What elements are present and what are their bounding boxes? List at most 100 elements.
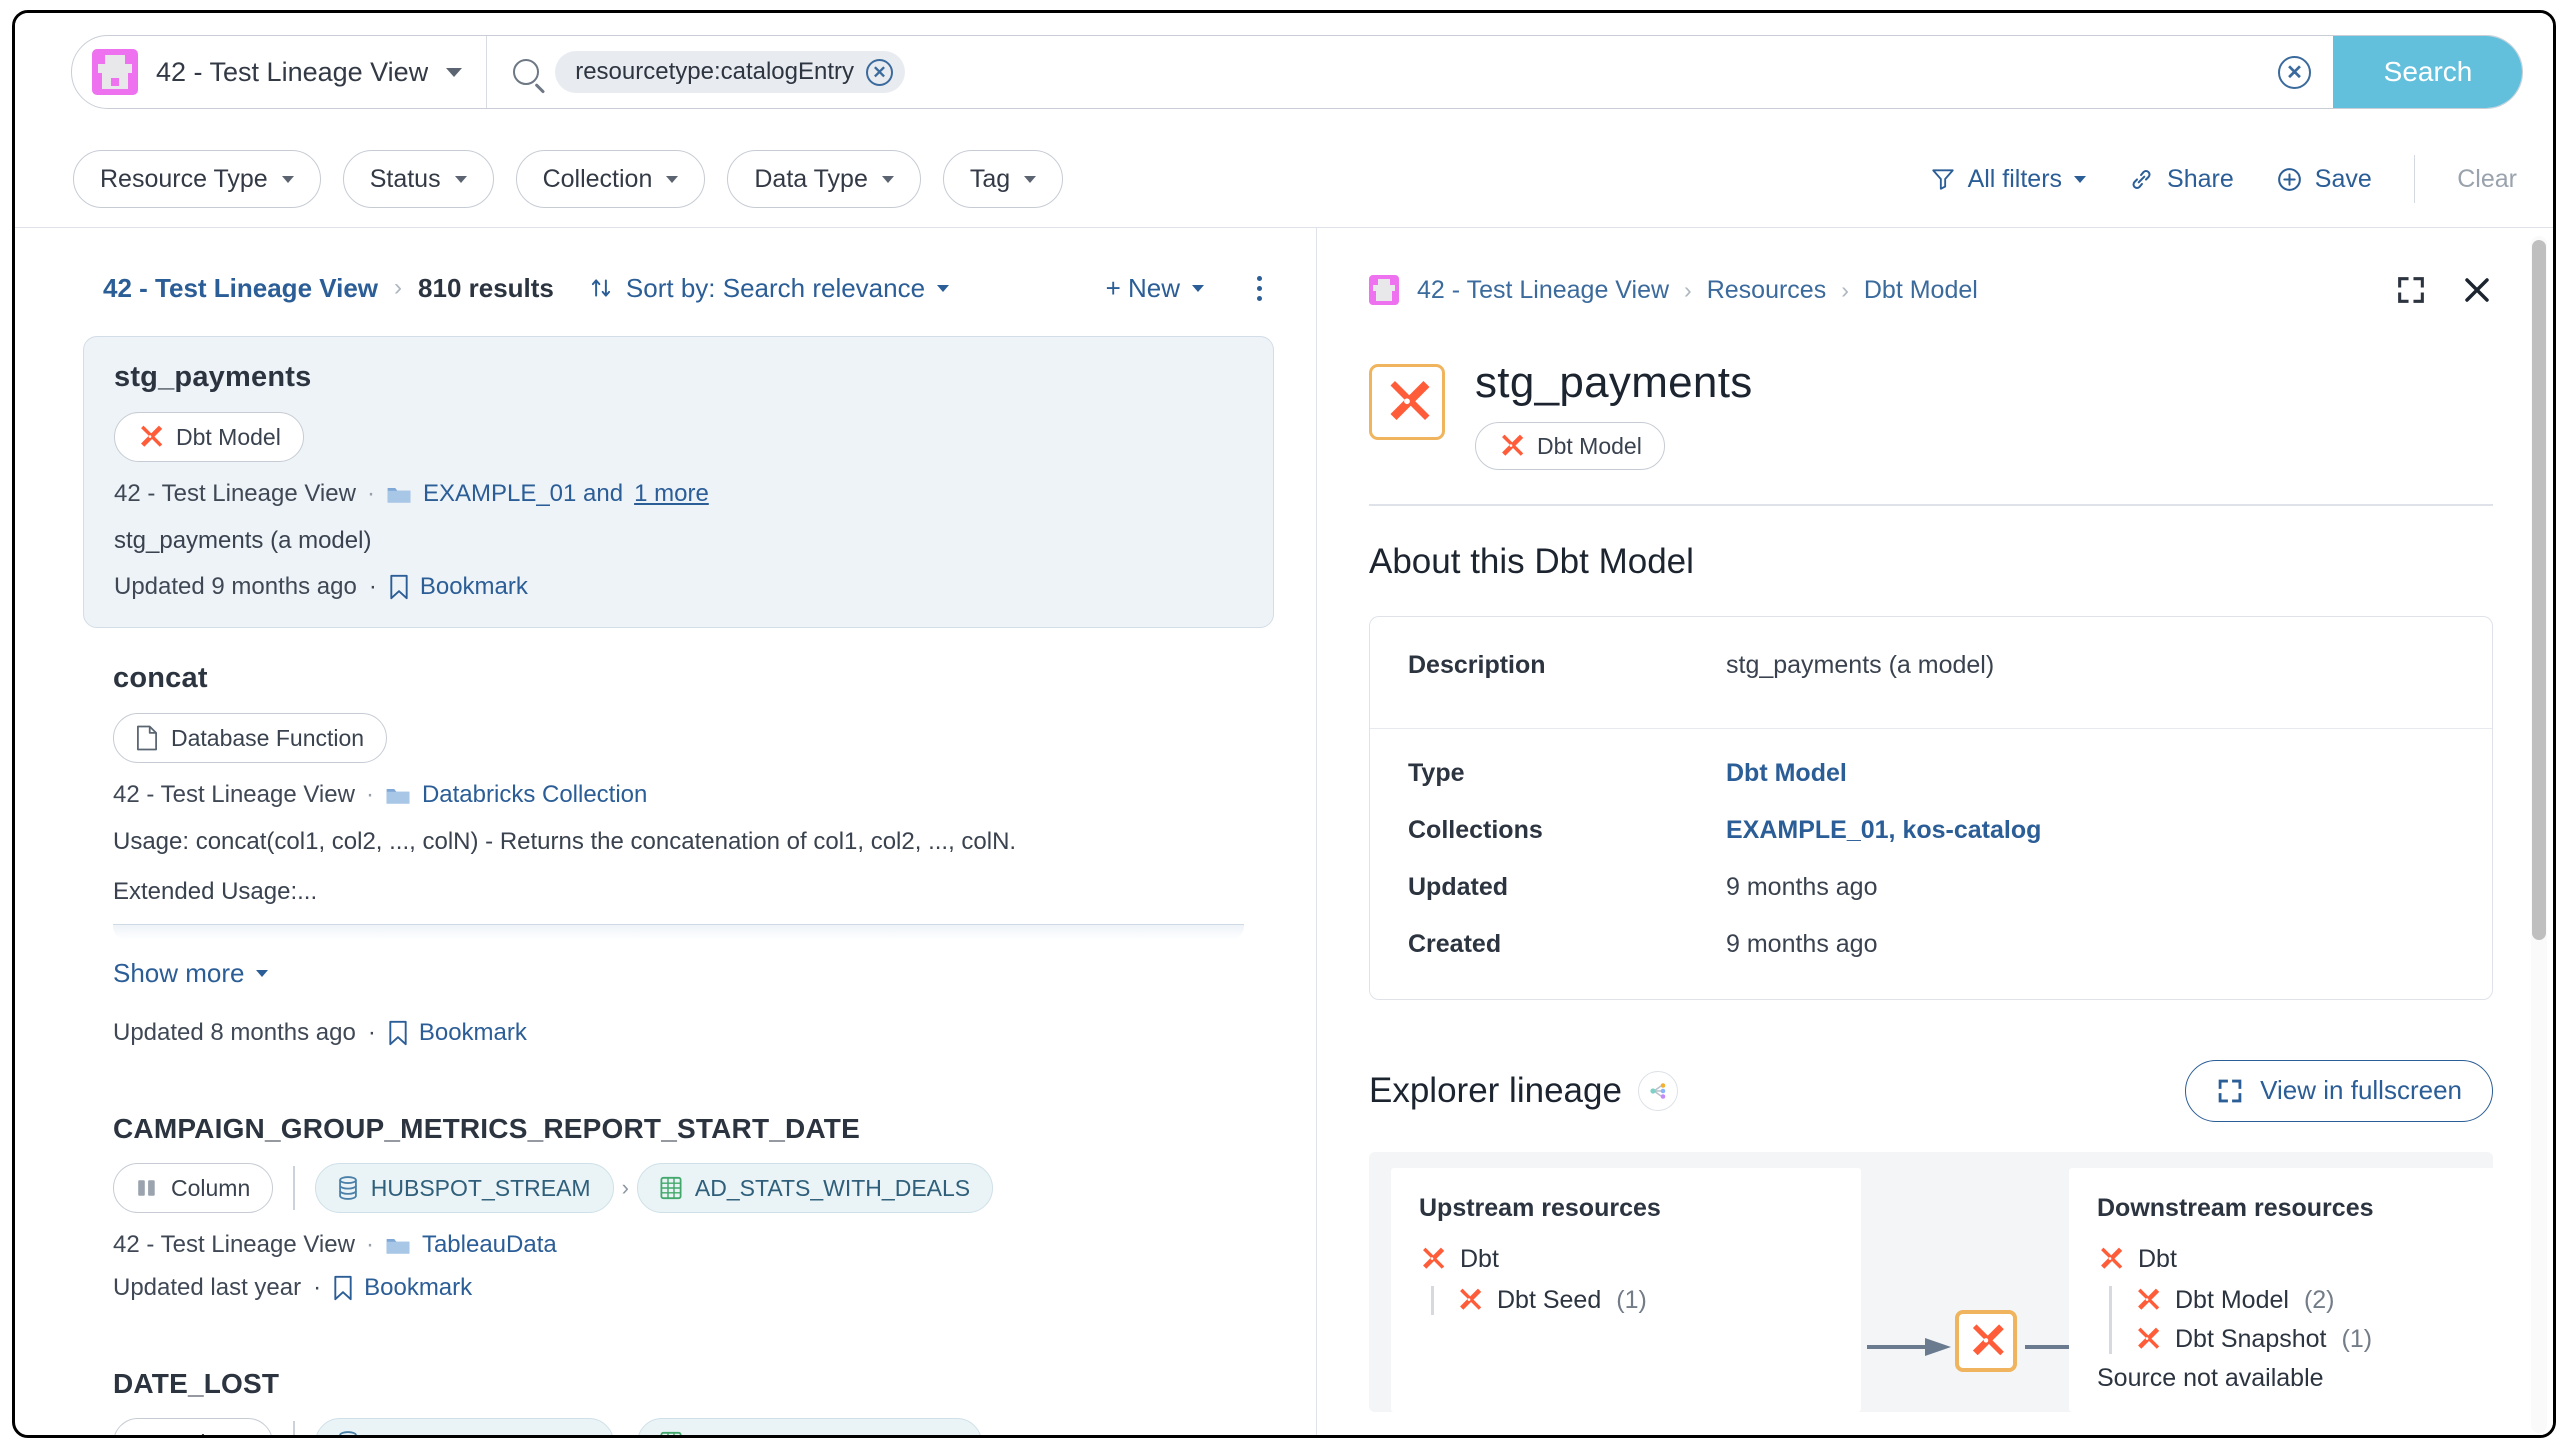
result-title: CAMPAIGN_GROUP_METRICS_REPORT_START_DATE (113, 1113, 860, 1144)
detail-type-badge[interactable]: Dbt Model (1475, 422, 1665, 470)
clear-button[interactable]: Clear (2457, 165, 2517, 194)
clear-search-icon[interactable]: ✕ (2278, 55, 2311, 89)
info-rows-block: Type Dbt Model Collections EXAMPLE_01, k… (1370, 727, 2492, 999)
breadcrumb-item-dbt-model[interactable]: Dbt Model (1864, 276, 1978, 305)
share-label: Share (2167, 164, 2234, 193)
expand-icon[interactable] (2395, 274, 2427, 306)
result-card-date-lost[interactable]: DATE_LOST Column (83, 1338, 1274, 1436)
database-icon (338, 1176, 357, 1200)
result-card-campaign-group-metrics[interactable]: CAMPAIGN_GROUP_METRICS_REPORT_START_DATE… (83, 1083, 1274, 1328)
result-title: stg_payments (114, 361, 312, 393)
search-button[interactable]: Search (2333, 36, 2522, 108)
result-card-concat[interactable]: concat Database Function 42 - Test Linea… (83, 638, 1274, 1073)
dbt-logo-box (1369, 364, 1445, 440)
chevron-down-icon (446, 67, 463, 77)
close-icon[interactable] (2461, 274, 2493, 306)
result-collection-more[interactable]: 1 more (634, 480, 709, 508)
save-label: Save (2314, 164, 2372, 193)
chevron-down-icon (1192, 284, 1204, 292)
result-pills: Database Function (113, 713, 1244, 763)
results-list: stg_payments Dbt Model 42 - Test Lineage… (15, 310, 1316, 1436)
bookmark-label: Bookmark (364, 1274, 473, 1301)
filter-data-type[interactable]: Data Type (727, 150, 921, 208)
pill-label: DEAL_FACTS_TO_DATE (695, 1430, 959, 1436)
pill-deal-facts-to-date[interactable]: DEAL_FACTS_TO_DATE (636, 1418, 982, 1436)
filter-collection[interactable]: Collection (515, 150, 706, 208)
more-options-icon[interactable] (1244, 272, 1274, 305)
chevron-down-icon (454, 175, 467, 183)
table-icon (660, 1176, 682, 1200)
search-input-area[interactable]: resourcetype:catalogEntry ✕ ✕ (487, 36, 2333, 108)
pill-column[interactable]: Column (113, 1163, 274, 1213)
result-collection[interactable]: TableauData (422, 1231, 557, 1259)
pill-database-function[interactable]: Database Function (113, 713, 388, 763)
filter-label: Status (369, 164, 441, 193)
chevron-down-icon (937, 284, 950, 292)
bookmark-button[interactable]: Bookmark (333, 1274, 472, 1302)
pill-label: Database Function (171, 724, 365, 751)
show-more-label: Show more (113, 958, 245, 988)
save-button[interactable]: Save (2276, 165, 2372, 194)
lineage-canvas[interactable]: Upstream resources Dbt Dbt Seed (1) Down… (1369, 1151, 2493, 1412)
pill-arrow-icon: › (621, 1175, 629, 1200)
downstream-child-dbt-snapshot[interactable]: Dbt Snapshot (1) (2134, 1325, 2493, 1354)
scrollbar-thumb[interactable] (2532, 240, 2546, 940)
upstream-root-label: Dbt (1460, 1244, 1499, 1273)
upstream-child-dbt-seed[interactable]: Dbt Seed (1) (1456, 1286, 1861, 1315)
breadcrumb-item-resources[interactable]: Resources (1707, 276, 1827, 305)
dbt-icon (1502, 434, 1524, 456)
remove-token-icon[interactable]: ✕ (866, 58, 894, 86)
detail-pane: 42 - Test Lineage View › Resources › Dbt… (1317, 228, 2553, 1435)
all-filters-button[interactable]: All filters (1930, 165, 2087, 194)
meta-dot: · (367, 1019, 376, 1046)
search-token[interactable]: resourcetype:catalogEntry ✕ (555, 51, 906, 93)
project-selector[interactable]: 42 - Test Lineage View (72, 36, 488, 108)
filter-bar: Resource Type Status Collection Data Typ… (15, 131, 2553, 228)
pill-hubspot-stream[interactable]: HUBSPOT_STREAM (314, 1418, 614, 1435)
top-search-bar: 42 - Test Lineage View resourcetype:cata… (15, 13, 2553, 131)
funnel-icon (1931, 169, 1954, 190)
lineage-header: Explorer lineage View in fullscreen (1317, 1000, 2553, 1122)
results-breadcrumb[interactable]: 42 - Test Lineage View (103, 273, 378, 304)
info-value[interactable]: Dbt Model (1726, 759, 1847, 788)
pill-ad-stats-with-deals[interactable]: AD_STATS_WITH_DEALS (636, 1163, 994, 1213)
result-updated-row: Updated last year · Bookmark (113, 1274, 1244, 1302)
filter-resource-type[interactable]: Resource Type (73, 150, 321, 208)
filter-label: Resource Type (100, 164, 268, 193)
sort-by-button[interactable]: Sort by: Search relevance (588, 273, 950, 304)
search-shell: 42 - Test Lineage View resourcetype:cata… (71, 35, 2523, 109)
sort-icon (591, 279, 611, 297)
pill-hubspot-stream[interactable]: HUBSPOT_STREAM (314, 1163, 614, 1213)
downstream-child-dbt-model[interactable]: Dbt Model (2) (2134, 1286, 2493, 1315)
result-source: 42 - Test Lineage View (113, 781, 355, 808)
pill-dbt-model[interactable]: Dbt Model (114, 412, 304, 462)
bookmark-icon (334, 1275, 352, 1301)
dbt-icon (2138, 1327, 2160, 1349)
result-collection[interactable]: EXAMPLE_01 and (423, 480, 623, 508)
page-title: stg_payments (1475, 358, 1753, 407)
filter-status[interactable]: Status (342, 150, 494, 208)
downstream-root-node[interactable]: Dbt (2097, 1245, 2493, 1274)
pill-column[interactable]: Column (113, 1418, 274, 1435)
result-card-stg-payments[interactable]: stg_payments Dbt Model 42 - Test Lineage… (83, 336, 1274, 628)
pill-label: HUBSPOT_STREAM (370, 1174, 591, 1201)
show-more-button[interactable]: Show more (113, 958, 268, 989)
breadcrumb-item-project[interactable]: 42 - Test Lineage View (1417, 276, 1669, 305)
filter-tag[interactable]: Tag (942, 150, 1064, 208)
chevron-down-icon (666, 175, 679, 183)
info-value[interactable]: EXAMPLE_01, kos-catalog (1726, 816, 2041, 845)
new-button[interactable]: + New (1106, 273, 1204, 304)
info-key: Created (1408, 929, 1502, 958)
project-name: 42 - Test Lineage View (156, 56, 429, 87)
meta-dot: · (368, 573, 377, 600)
bookmark-button[interactable]: Bookmark (388, 1019, 527, 1047)
folder-icon (387, 488, 411, 503)
result-collection[interactable]: Databricks Collection (422, 781, 647, 809)
upstream-root-node[interactable]: Dbt (1419, 1245, 1861, 1274)
center-node-stg-payments[interactable] (1955, 1309, 2017, 1372)
bookmark-button[interactable]: Bookmark (389, 573, 528, 601)
dbt-icon (1460, 1288, 1482, 1310)
share-button[interactable]: Share (2128, 165, 2234, 194)
view-in-fullscreen-button[interactable]: View in fullscreen (2185, 1059, 2493, 1122)
dbt-icon (1972, 1323, 2004, 1355)
